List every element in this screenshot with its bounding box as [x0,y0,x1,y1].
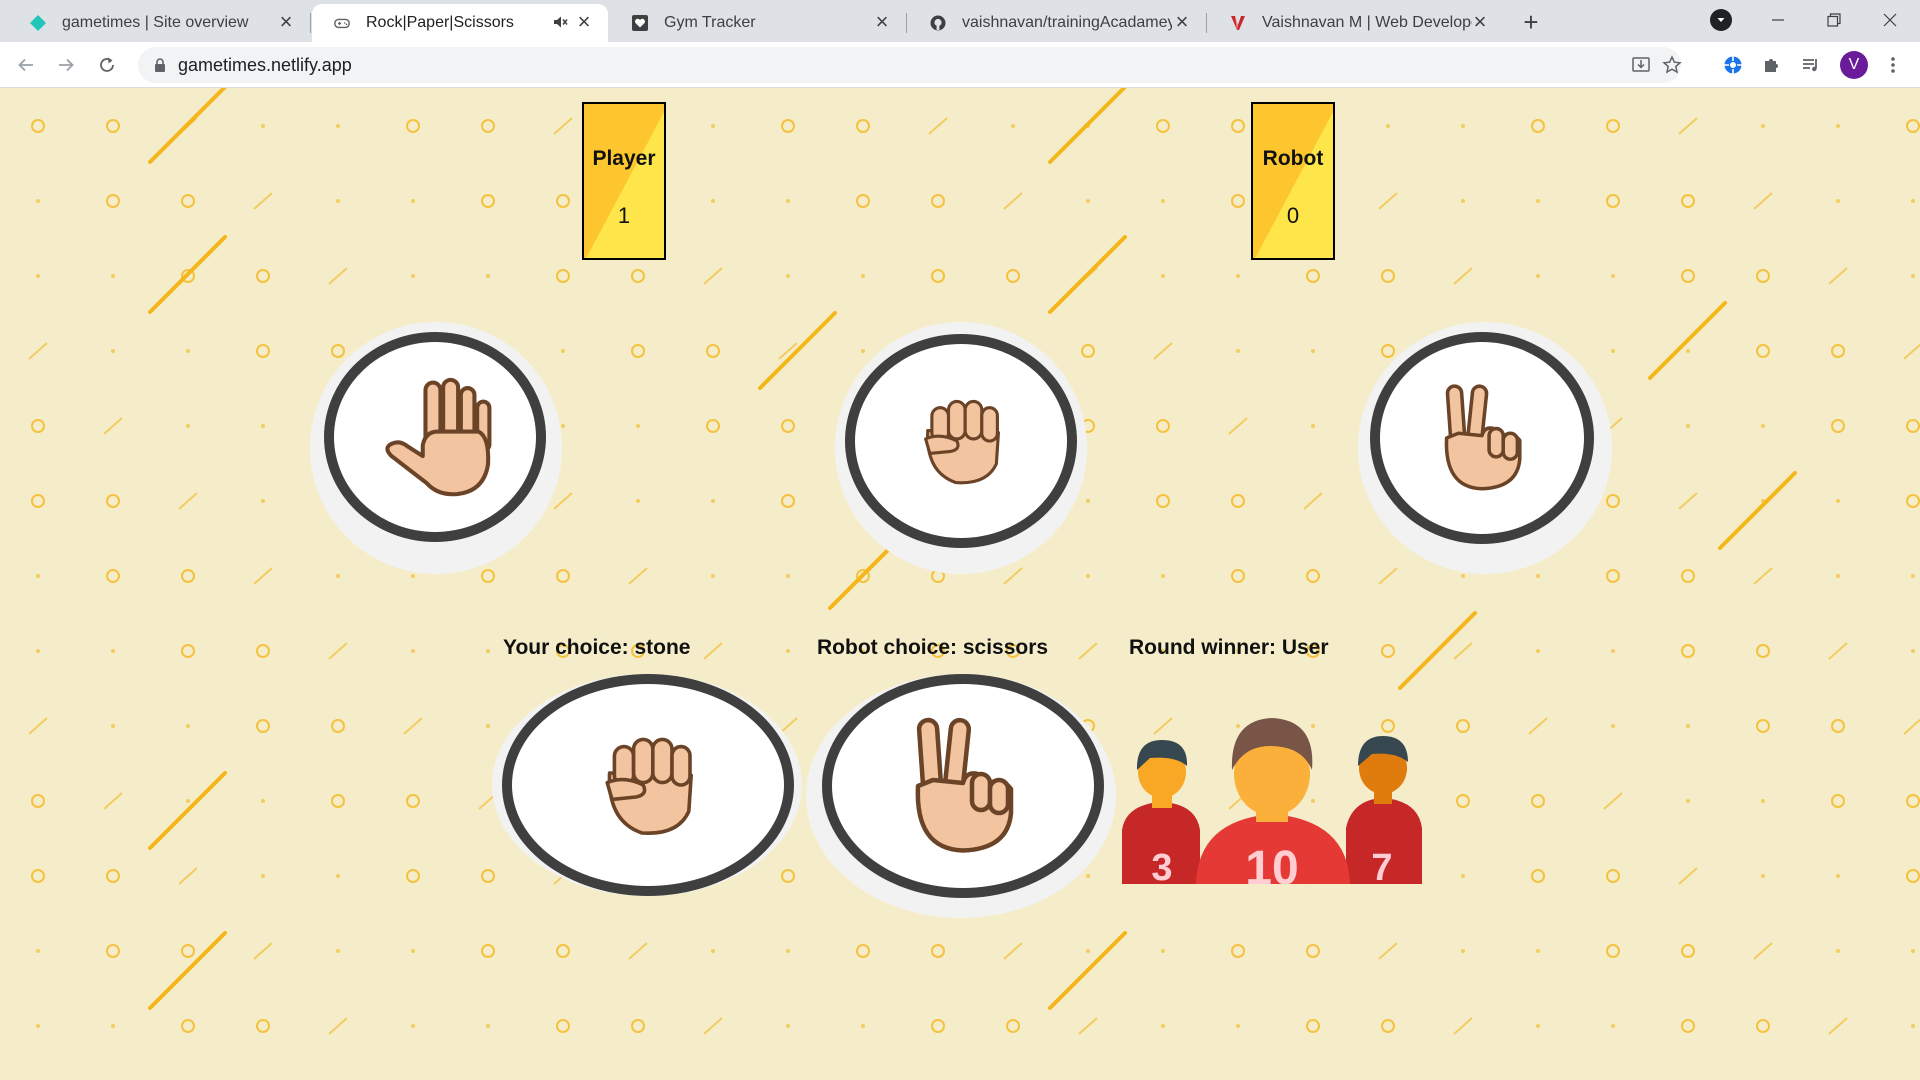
reload-icon [100,57,114,72]
extension-globe-icon [1724,56,1742,74]
tab-vaishnavan-portfolio[interactable]: Vaishnavan M | Web Developer × [1208,4,1504,42]
media-queue-icon [1803,59,1817,72]
robot-score-label: Robot [1262,147,1324,170]
user-team-winner-icon: 3 7 10 [1122,718,1422,884]
your-choice-caption: Your choice: stone [503,636,691,659]
url-text[interactable]: gametimes.netlify.app [178,55,352,76]
tab-gametimes-overview[interactable]: gametimes | Site overview × [8,4,311,42]
close-tab-icon[interactable]: × [572,10,596,34]
minimize-icon [1772,19,1784,21]
lock-icon [152,57,168,73]
tab-separator [906,13,907,33]
reload-button[interactable] [93,51,121,79]
robot-scorecard: Robot 0 [1251,102,1335,260]
tab-github-training[interactable]: vaishnavan/trainingAcadamey × [908,4,1207,42]
jersey-number-center: 10 [1245,842,1298,884]
stone-choice-button[interactable] [835,322,1087,574]
close-tab-icon[interactable]: × [870,10,894,34]
new-tab-button[interactable]: + [1515,6,1547,38]
v-logo-icon [1230,15,1246,31]
restore-icon [1827,13,1841,27]
gamepad-icon [334,15,350,31]
fist-icon [924,399,1000,485]
tab-title: Rock|Paper|Scissors [366,14,514,31]
restore-button[interactable] [1806,0,1862,40]
close-tab-icon[interactable]: × [1170,10,1194,34]
mute-icon[interactable] [552,14,568,30]
open-hand-icon [385,377,492,497]
victory-hand-icon [1444,384,1522,491]
address-bar[interactable]: gametimes.netlify.app [138,47,1682,83]
round-winner-caption: Round winner: User [1129,636,1329,659]
browser-menu-button[interactable] [1880,52,1906,78]
puzzle-icon [1765,59,1778,72]
media-control-button[interactable] [1798,52,1824,78]
minimize-button[interactable] [1750,0,1806,40]
robot-choice-caption: Robot choice: scissors [817,636,1049,659]
game-page: Player 1 Robot 0 Your choice: stone Robo… [0,88,1920,1080]
tab-separator [310,13,311,33]
robot-choice-display [806,674,1116,918]
close-tab-icon[interactable]: × [1468,10,1492,34]
player-scorecard: Player 1 [582,102,666,260]
profile-avatar[interactable]: V [1840,51,1868,79]
chevron-down-icon [1717,18,1725,22]
tab-strip: gametimes | Site overview × Rock|Paper|S… [0,0,1920,42]
tab-gym-tracker[interactable]: Gym Tracker × [610,4,907,42]
scissors-choice-button[interactable] [1358,322,1612,574]
install-app-icon[interactable] [1631,55,1651,75]
forward-button[interactable] [52,51,80,79]
browser-toolbar: gametimes.netlify.app V [0,42,1920,88]
arrow-right-icon [59,58,74,72]
heart-favicon-icon [632,15,648,31]
tab-rock-paper-scissors[interactable]: Rock|Paper|Scissors × [312,4,608,42]
bookmark-star-icon[interactable] [1662,55,1682,75]
tab-title: vaishnavan/trainingAcadamey [962,14,1172,31]
paper-choice-button[interactable] [310,322,562,574]
player-score-label: Player [592,147,656,170]
extension-button[interactable] [1720,52,1746,78]
jersey-number-right: 7 [1371,847,1392,884]
back-button[interactable] [12,51,40,79]
jersey-number-left: 3 [1151,847,1172,884]
extensions-menu-button[interactable] [1759,52,1785,78]
arrow-left-icon [18,58,33,72]
kebab-menu-icon [1891,57,1895,73]
github-icon [930,15,946,31]
player-score-value: 1 [617,203,631,228]
tab-title: Vaishnavan M | Web Developer [1262,14,1472,31]
close-tab-icon[interactable]: × [274,10,298,34]
close-icon [1883,13,1897,27]
close-window-button[interactable] [1862,0,1918,40]
background-pattern [28,88,1920,1035]
robot-score-value: 0 [1286,203,1300,228]
tab-title: gametimes | Site overview [62,14,249,31]
netlify-diamond-icon [30,15,46,31]
tab-title: Gym Tracker [664,14,756,31]
tab-separator [1206,13,1207,33]
victory-hand-icon [915,717,1014,853]
fist-icon [605,737,693,835]
your-choice-display [492,674,802,896]
tab-search-button[interactable] [1710,9,1732,31]
